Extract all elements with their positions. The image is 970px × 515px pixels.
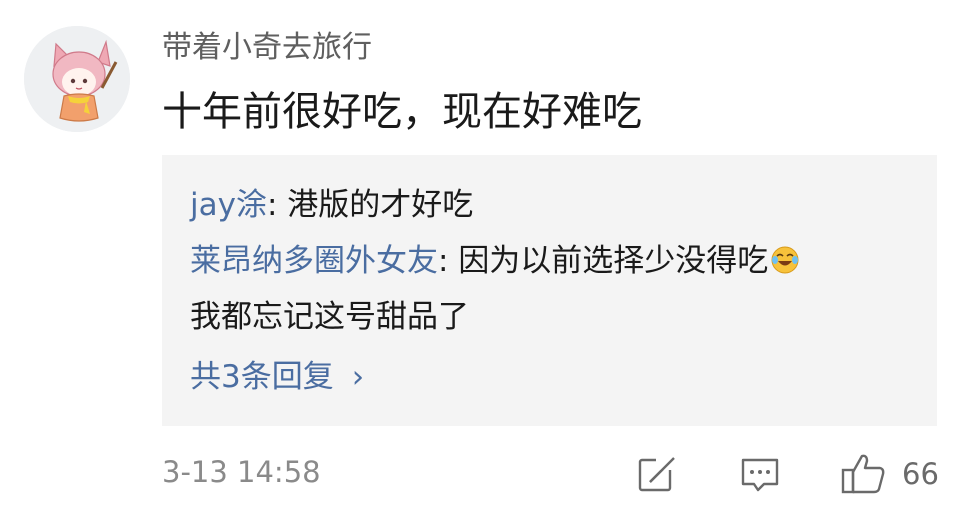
reply-author[interactable]: 莱昂纳多圈外女友	[190, 243, 438, 279]
reply-author[interactable]: jay涂	[190, 187, 267, 223]
like-count: 66	[902, 457, 939, 491]
reply-text: 因为以前选择少没得吃	[458, 243, 769, 279]
comment-text: 十年前很好吃，现在好难吃	[162, 89, 642, 135]
avatar[interactable]	[24, 26, 130, 132]
chevron-right-icon: ›	[351, 359, 365, 395]
share-icon	[638, 454, 676, 492]
reply-text-continued: 我都忘记这号甜品了	[190, 299, 469, 335]
comment-timestamp: 3-13 14:58	[162, 455, 321, 489]
username[interactable]: 带着小奇去旅行	[162, 28, 372, 68]
laughing-crying-emoji	[770, 243, 800, 274]
more-replies-label: 共3条回复	[190, 359, 334, 395]
reply-box[interactable]: jay涂: 港版的才好吃 莱昂纳多圈外女友: 因为以前选择少没得吃 我都忘记这号…	[162, 155, 937, 426]
like-button[interactable]: 66	[840, 452, 940, 496]
more-replies-link[interactable]: 共3条回复 ›	[190, 355, 364, 399]
share-button[interactable]	[636, 452, 680, 496]
reply-text: 港版的才好吃	[287, 187, 474, 223]
reply-separator: :	[438, 243, 459, 279]
comment-button[interactable]	[738, 452, 782, 496]
avatar-illustration	[24, 26, 130, 132]
reply-item[interactable]: 莱昂纳多圈外女友: 因为以前选择少没得吃	[190, 239, 800, 283]
thumbs-up-icon	[841, 454, 885, 494]
comment-icon	[741, 458, 779, 492]
reply-item[interactable]: jay涂: 港版的才好吃	[190, 183, 473, 227]
reply-separator: :	[266, 187, 288, 223]
